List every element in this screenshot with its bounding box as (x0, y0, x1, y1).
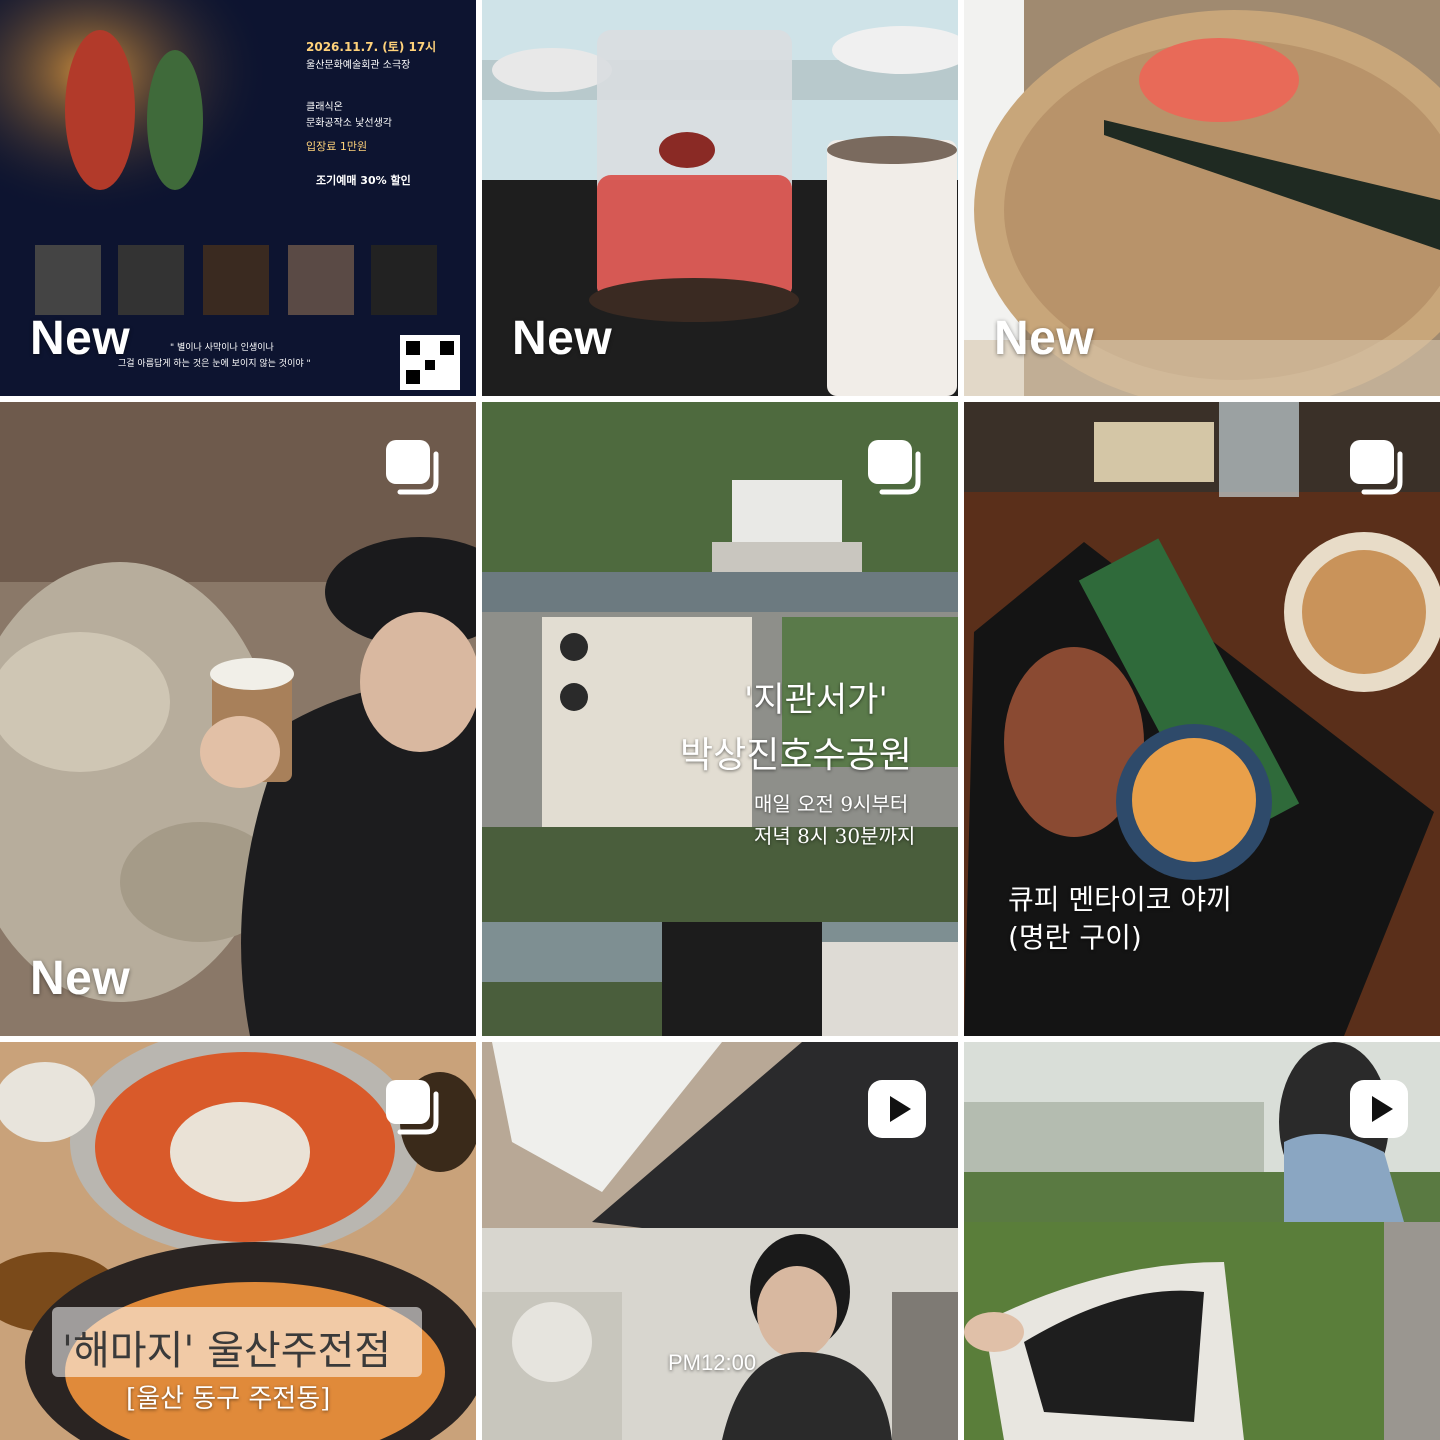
photo-grid: 2026.11.7. (토) 17시 울산문화예술회관 소극장 클래식온 문화공… (0, 0, 1440, 1440)
overlay-time: PM12:00 (668, 1350, 757, 1375)
new-badge: New (30, 312, 131, 365)
overlay-dish-name: 큐피 멘타이코 야끼 (1008, 883, 1232, 916)
overlay-subtitle: 박상진호수공원 (680, 735, 912, 776)
overlay-title: '지관서가' (744, 680, 888, 720)
grid-tile-drink[interactable]: New (482, 0, 958, 396)
reel-play-icon (1348, 1078, 1410, 1140)
overlay-restaurant-location: [울산 동구 주전동] (126, 1384, 331, 1414)
grid-tile-laptop-reel[interactable]: PM12:00 (482, 1042, 958, 1440)
poster-host-2: 문화공작소 낯선생각 (306, 118, 392, 129)
poster-date: 2026.11.7. (토) 17시 (306, 40, 437, 54)
new-badge: New (994, 312, 1095, 365)
poster-fee: 입장료 1만원 (306, 140, 368, 153)
poster-discount: 조기예매 30% 할인 (316, 174, 411, 187)
overlay-hours-line-1: 매일 오전 9시부터 (754, 792, 909, 816)
overlay-hours-line-2: 저녁 8시 30분까지 (754, 824, 916, 848)
grid-tile-garden-reel[interactable] (964, 1042, 1440, 1440)
grid-tile-haemaji[interactable]: '해마지' 울산주전점 [울산 동구 주전동] (0, 1042, 476, 1440)
carousel-icon (384, 1078, 446, 1140)
poster-quote-2: 그걸 아름답게 하는 것은 눈에 보이지 않는 것이야 " (118, 359, 311, 369)
new-badge: New (30, 952, 131, 1005)
reel-play-icon (866, 1078, 928, 1140)
overlay-dish-desc: (명란 구이) (1008, 921, 1142, 954)
grid-tile-lake-park[interactable]: '지관서가' 박상진호수공원 매일 오전 9시부터 저녁 8시 30분까지 (482, 402, 958, 1036)
grid-tile-person-coffee[interactable]: New (0, 402, 476, 1036)
carousel-icon (1348, 438, 1410, 500)
poster-host-1: 클래식온 (306, 102, 343, 113)
overlay-restaurant-name: '해마지' 울산주전점 (62, 1328, 392, 1374)
carousel-icon (866, 438, 928, 500)
grid-tile-concert-poster[interactable]: 2026.11.7. (토) 17시 울산문화예술회관 소극장 클래식온 문화공… (0, 0, 476, 396)
carousel-icon (384, 438, 446, 500)
new-badge: New (512, 312, 613, 365)
grid-tile-rice-bowl[interactable]: New (964, 0, 1440, 396)
grid-tile-mentaiko[interactable]: 큐피 멘타이코 야끼 (명란 구이) (964, 402, 1440, 1036)
poster-quote-1: " 별이나 사막이나 인생이나 (170, 343, 274, 353)
poster-venue: 울산문화예술회관 소극장 (306, 60, 411, 71)
